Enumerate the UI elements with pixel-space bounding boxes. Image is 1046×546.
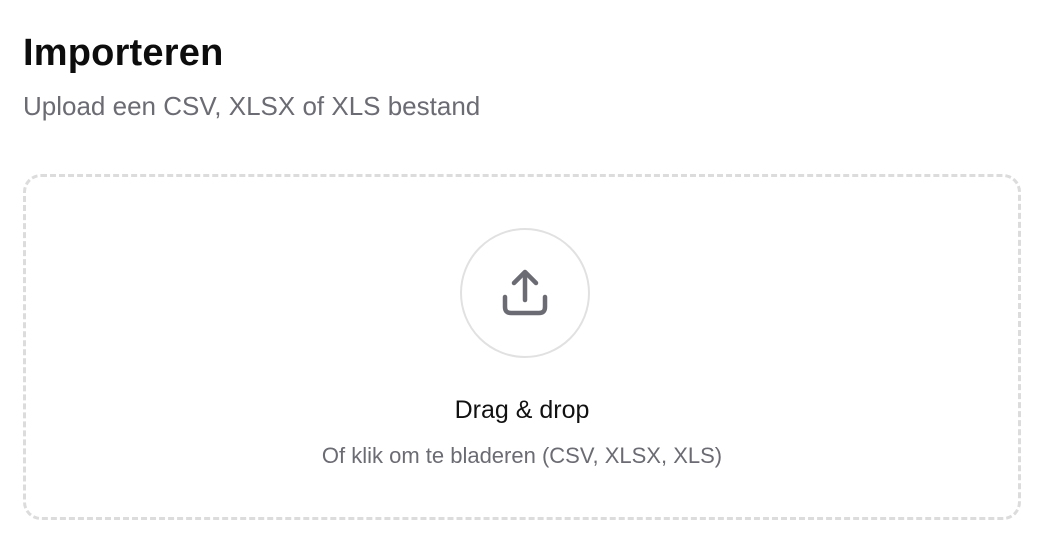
page-subtitle: Upload een CSV, XLSX of XLS bestand <box>23 91 481 121</box>
upload-icon-circle <box>460 228 590 358</box>
dropzone-hint: Of klik om te bladeren (CSV, XLSX, XLS) <box>321 443 723 468</box>
upload-icon <box>495 263 555 323</box>
dropzone-title: Drag & drop <box>454 396 590 424</box>
page-title: Importeren <box>23 32 224 74</box>
file-dropzone[interactable]: Drag & drop Of klik om te bladeren (CSV,… <box>23 174 1021 520</box>
